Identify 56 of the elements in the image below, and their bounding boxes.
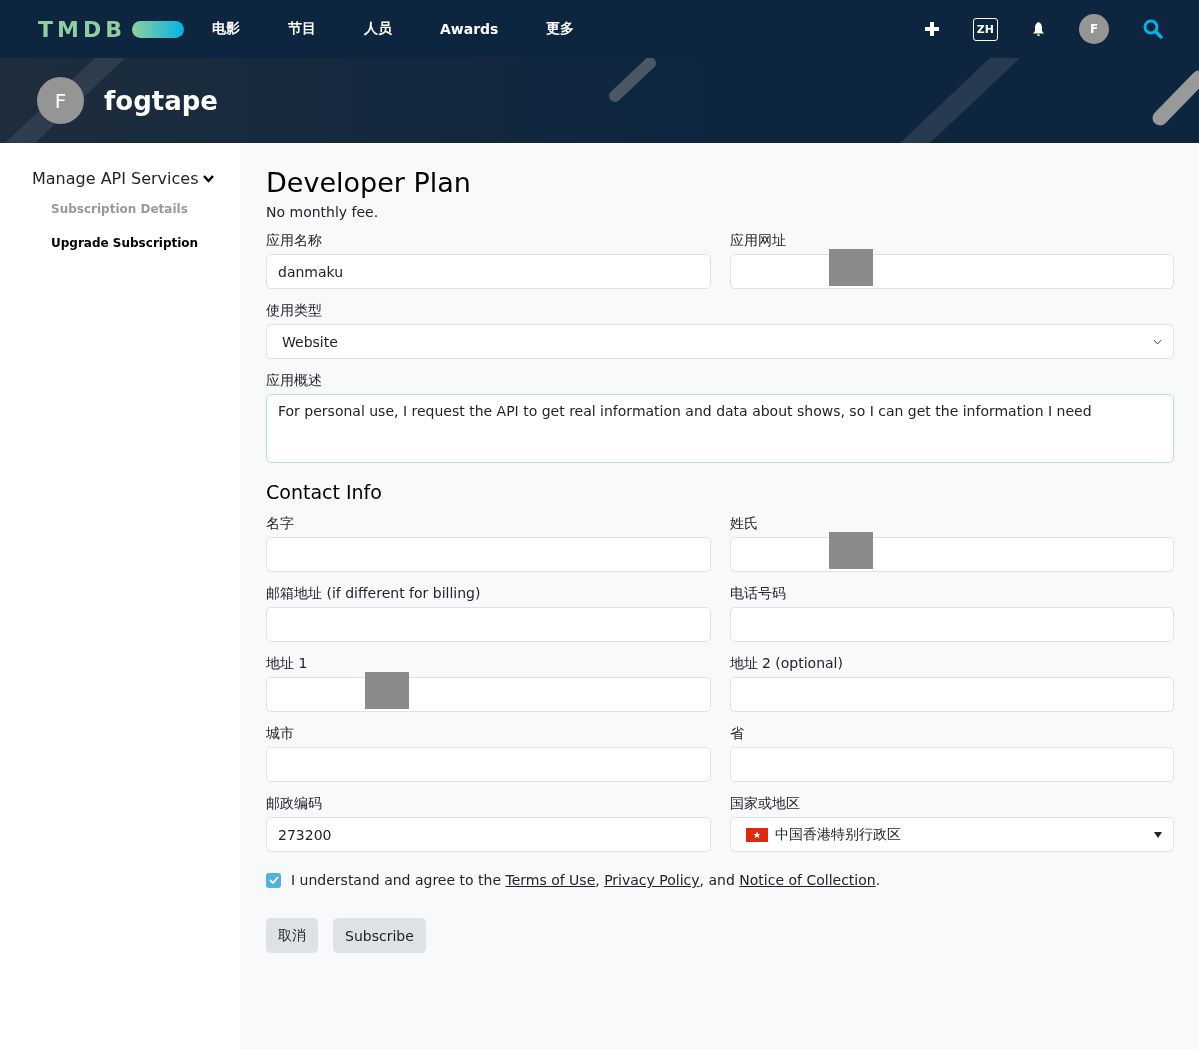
policy-link[interactable]: Terms of Use xyxy=(505,872,596,888)
country-select[interactable]: 中国香港特别行政区 xyxy=(729,817,1174,852)
input-field[interactable] xyxy=(266,537,711,572)
chevron-down-icon xyxy=(202,174,214,183)
checkbox[interactable] xyxy=(266,872,281,888)
field-label: 使用类型 xyxy=(266,302,323,320)
field-label: 地址 1 xyxy=(266,655,309,673)
field-label: 应用名称 xyxy=(266,232,323,250)
plan-subtitle: No monthly fee. xyxy=(266,204,380,220)
input-field[interactable] xyxy=(266,607,711,642)
profile-avatar: F xyxy=(37,77,84,124)
caret-icon xyxy=(1154,831,1162,838)
diagonal-stripe xyxy=(1152,70,1199,126)
diagonal-stripe xyxy=(609,58,656,102)
language-button[interactable]: ZH xyxy=(972,17,998,41)
plan-title: Developer Plan xyxy=(266,167,472,198)
agreement-text: I understand and agree to the Terms of Use, Privacy Policy, and Notice of Collection. xyxy=(291,872,881,888)
text-area[interactable]: For personal use, I request the API to get real information and data about shows, so I can get the information I need xyxy=(266,394,1174,463)
nav-link[interactable]: Awards xyxy=(439,21,499,37)
field-label: 应用网址 xyxy=(729,232,787,250)
select-field[interactable]: Website xyxy=(266,324,1174,359)
username: fogtape xyxy=(104,85,218,116)
field-label: 姓氏 xyxy=(729,515,759,533)
input-field[interactable] xyxy=(729,747,1174,782)
nav-link[interactable]: 人员 xyxy=(363,20,392,38)
bell-icon[interactable] xyxy=(1032,21,1045,37)
section-title: Contact Info xyxy=(266,481,383,503)
logo[interactable]: TMDB xyxy=(38,16,126,42)
sidebar-item[interactable]: Upgrade Subscription xyxy=(51,236,240,250)
input-field[interactable] xyxy=(729,607,1174,642)
field-label: 邮政编码 xyxy=(266,795,323,813)
policy-link[interactable]: Privacy Policy xyxy=(604,872,700,888)
logo-pill-icon xyxy=(131,20,184,38)
field-label: 城市 xyxy=(266,725,295,743)
field-label: 邮箱地址 (if different for billing) xyxy=(266,585,482,603)
chevron-icon xyxy=(1153,338,1162,345)
search-icon[interactable] xyxy=(1143,19,1163,39)
input-field[interactable]: danmaku xyxy=(266,254,711,289)
sidebar-heading[interactable]: Manage API Services xyxy=(32,169,199,188)
nav-link[interactable]: 节目 xyxy=(287,20,316,38)
field-label: 应用概述 xyxy=(266,372,323,390)
flag-icon xyxy=(745,827,768,842)
policy-link[interactable]: Notice of Collection xyxy=(739,872,876,888)
field-label: 国家或地区 xyxy=(729,795,801,813)
nav-link[interactable]: 更多 xyxy=(546,20,575,38)
subscribe-button[interactable]: Subscribe xyxy=(333,918,426,953)
plus-icon[interactable] xyxy=(924,22,939,36)
field-label: 名字 xyxy=(266,515,295,533)
input-field[interactable]: 273200 xyxy=(266,817,711,852)
field-label: 地址 2 (optional) xyxy=(729,655,844,673)
nav-link[interactable]: 电影 xyxy=(211,20,240,38)
input-field[interactable] xyxy=(729,677,1174,712)
field-label: 电话号码 xyxy=(729,585,787,603)
field-label: 省 xyxy=(729,725,745,743)
cancel-button[interactable]: 取消 xyxy=(266,918,318,953)
input-field[interactable] xyxy=(266,747,711,782)
